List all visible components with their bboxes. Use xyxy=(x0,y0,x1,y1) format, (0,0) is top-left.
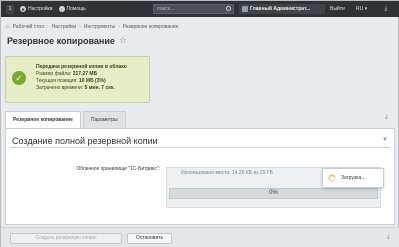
notification-badge[interactable]: 1 xyxy=(6,4,14,14)
admin-top-bar: 1 ✱ Настройки ? Помощь поиск... Главный … xyxy=(1,1,399,17)
user-menu[interactable]: Главный Администрат... xyxy=(239,4,325,14)
status-size-value: 317.27 МБ xyxy=(72,71,98,77)
status-time-value: 5 мин. 7 сек. xyxy=(84,85,115,91)
progress-bar: 0% xyxy=(169,188,378,199)
gear-icon: ✱ xyxy=(20,6,26,12)
status-position-row: Текущая позиция: 10 МБ (3%) xyxy=(36,78,127,85)
search-icon[interactable] xyxy=(226,6,231,11)
page-title-text: Резервное копирование xyxy=(7,35,115,46)
breadcrumb-separator-icon: › xyxy=(79,24,81,30)
home-icon[interactable]: ⌂ xyxy=(6,24,10,30)
storage-usage-text: Использовано места: 14.26 КБ из 25 ГБ xyxy=(181,170,273,176)
spinner-icon xyxy=(328,174,336,182)
breadcrumb-item-desktop[interactable]: Рабочий стол xyxy=(13,24,44,30)
language-selector[interactable]: RU ▾ xyxy=(356,6,367,12)
pin-icon[interactable]: ⤓ xyxy=(379,5,393,13)
page-title: Резервное копирование ☆ xyxy=(7,35,127,46)
status-heading: Передача резервной копии в облако xyxy=(36,64,127,70)
bottom-button-bar: Создать резервную копию Остановить ⤓ xyxy=(1,227,399,247)
section-divider xyxy=(10,147,390,148)
tab-parameters[interactable]: Параметры xyxy=(82,111,126,128)
breadcrumb-item-backup[interactable]: Резервное копирование xyxy=(123,24,179,30)
status-size-label: Размер файла: xyxy=(36,71,72,77)
status-time-row: Затрачено времени: 5 мин. 7 сек. xyxy=(36,85,127,92)
status-position-value: 10 МБ (3%) xyxy=(78,78,106,84)
section-title: Создание полной резервной копии xyxy=(12,136,158,146)
create-backup-button[interactable]: Создать резервную копию xyxy=(10,233,122,244)
progress-label: 0% xyxy=(269,190,278,196)
breadcrumb-separator-icon: › xyxy=(118,24,120,30)
check-icon: ✓ xyxy=(12,71,26,85)
help-link[interactable]: ? Помощь xyxy=(58,6,86,12)
help-icon: ? xyxy=(58,6,65,12)
stop-button[interactable]: Остановить xyxy=(127,233,172,244)
breadcrumb: ⌂ Рабочий стол › Настройки › Инструменты… xyxy=(1,22,399,32)
avatar xyxy=(242,6,248,12)
pin-icon[interactable]: ⤓ xyxy=(385,114,388,121)
loading-indicator: Загрузка... xyxy=(322,168,384,188)
loading-label: Загрузка... xyxy=(341,175,366,181)
collapse-icon[interactable]: ▼ xyxy=(382,137,388,143)
settings-label: Настройки xyxy=(28,6,53,12)
backup-status-panel: ✓ Передача резервной копии в облако Разм… xyxy=(5,56,150,103)
status-text: Передача резервной копии в облако Размер… xyxy=(36,64,127,92)
help-label: Помощь xyxy=(66,6,86,12)
tab-bar: Резервное копирование Параметры xyxy=(5,111,126,128)
settings-link[interactable]: ✱ Настройки xyxy=(20,6,53,12)
search-input[interactable]: поиск... xyxy=(153,4,234,14)
logout-link[interactable]: Выйти xyxy=(330,6,345,12)
pin-icon[interactable]: ⤓ xyxy=(387,234,390,241)
cloud-storage-label: Облачное хранилище "1С-Битрикс": xyxy=(76,166,160,172)
search-placeholder: поиск... xyxy=(157,6,175,12)
tab-backup[interactable]: Резервное копирование xyxy=(5,111,81,128)
breadcrumb-separator-icon: › xyxy=(47,24,49,30)
breadcrumb-item-settings[interactable]: Настройки xyxy=(52,24,77,30)
language-label: RU xyxy=(356,6,364,12)
status-size-row: Размер файла: 317.27 МБ xyxy=(36,71,127,78)
breadcrumb-item-tools[interactable]: Инструменты xyxy=(84,24,115,30)
status-time-label: Затрачено времени: xyxy=(36,85,84,91)
favorite-star-icon[interactable]: ☆ xyxy=(119,35,127,46)
status-position-label: Текущая позиция: xyxy=(36,78,78,84)
user-name: Главный Администрат... xyxy=(250,6,311,12)
